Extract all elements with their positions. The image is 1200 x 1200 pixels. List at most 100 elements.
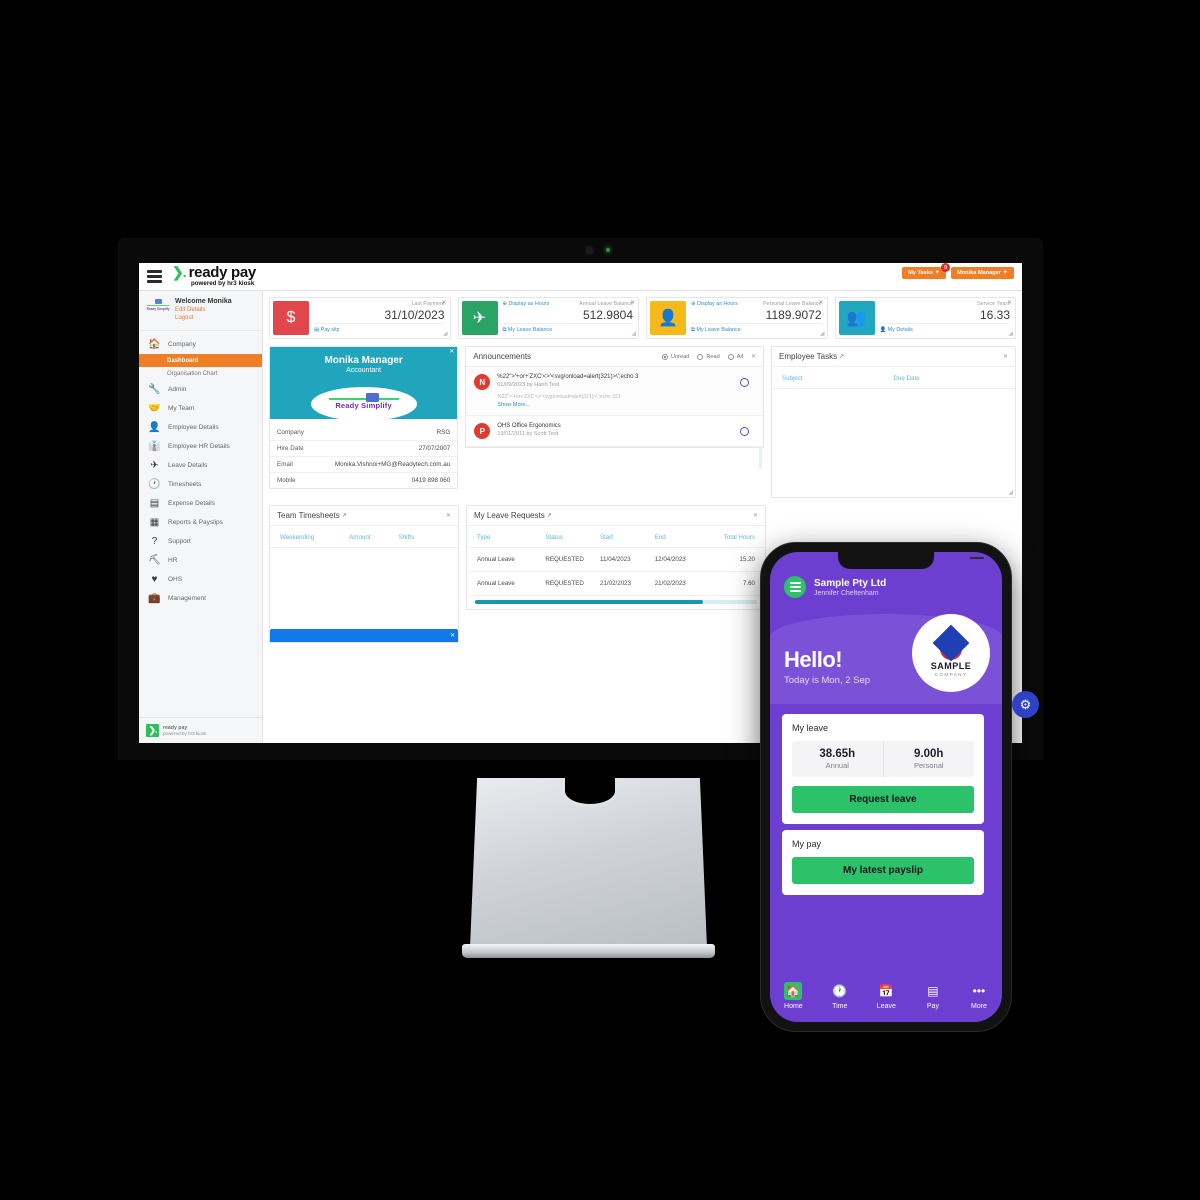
stat-card-personal-leave: 👤 ⊕ Display as Hours Personal Leave Bala… [646,297,828,339]
sidebar-item-timesheets[interactable]: 🕐 Timesheets [139,475,262,494]
column-header[interactable]: Start [600,534,655,541]
nav-item-pay[interactable]: ▤ Pay [924,982,942,1010]
display-hours-label: Display as Hours [508,301,550,307]
column-header[interactable]: Weekending [280,534,349,541]
close-icon[interactable]: ✕ [450,632,455,639]
resize-grip-icon[interactable]: ◢ [443,330,448,337]
sidebar-item-company[interactable]: 🏠 Company [139,335,262,354]
phone-menu-icon[interactable] [784,576,806,598]
resize-grip-icon[interactable]: ◢ [820,330,825,337]
phone-company-name: Sample Pty Ltd [814,577,887,589]
filter-all[interactable]: All [727,353,743,360]
edit-details-link[interactable]: Edit Details [175,307,232,313]
horizontal-scrollbar[interactable] [475,600,757,604]
table-row[interactable]: Annual Leave REQUESTED 11/04/2023 12/04/… [467,548,765,572]
sidebar-item-ohs[interactable]: ♥ OHS [139,570,262,589]
sidebar-item-label: Expense Details [168,500,215,507]
resize-grip-icon[interactable]: ◢ [1008,330,1013,337]
sidebar-item-organisation-chart[interactable]: Organisation Chart [139,367,262,380]
announcement-title: OHS Office Ergonomics [497,423,561,429]
resize-grip-icon[interactable]: ◢ [631,330,636,337]
announcements-panel: Announcements Unread Read All ✕ N %22">'… [465,346,765,469]
team-timesheets-panel: Team Timesheets ↗ ✕ Weekending Amount Sh… [269,505,459,643]
column-header[interactable]: End [655,534,710,541]
sidebar-item-expense-details[interactable]: ▤ Expense Details [139,494,262,513]
clock-icon: 🕐 [148,478,161,490]
external-link-icon[interactable]: ↗ [342,512,347,519]
brand-subtitle: powered by hr3 kiosk [191,280,255,288]
my-leave-balance-link[interactable]: ⧉ My Leave Balance [691,327,822,334]
gear-icon[interactable]: ⚙ [1012,691,1039,718]
app-header: ❯. ready pay powered by hr3 kiosk My Tas… [139,263,1022,291]
profile-row-value: 27/07/2007 [418,445,451,452]
sidebar-item-management[interactable]: 💼 Management [139,589,262,608]
close-icon[interactable]: ✕ [1007,299,1012,306]
table-row[interactable]: Annual Leave REQUESTED 21/02/2023 21/02/… [467,572,765,596]
sidebar: Ready Simplify Welcome Monika Edit Detai… [139,291,263,743]
sidebar-item-my-team[interactable]: 🤝 My Team [139,399,262,418]
close-icon[interactable]: ✕ [630,299,635,306]
plane-icon: ✈ [461,301,498,335]
nav-item-time[interactable]: 🕐 Time [831,982,849,1010]
sidebar-item-leave-details[interactable]: ✈ Leave Details [139,456,262,475]
company-logo-badge: SAMPLE COMPANY [912,614,990,692]
column-header[interactable]: Total Hours [709,534,755,541]
column-header[interactable]: Type [477,534,545,541]
column-header[interactable]: Subject [782,375,894,382]
display-hours-link[interactable]: ⊕ Display as Hours [691,301,738,307]
middle-panels-row: Monika Manager Accountant ✕ Ready Simpli… [269,346,1017,498]
hamburger-icon[interactable] [147,270,162,283]
announcement-item[interactable]: N %22">'+or+'ZXC'<>'<svg/onload=alert(32… [466,367,764,416]
sidebar-item-reports-payslips[interactable]: ▦ Reports & Payslips [139,513,262,532]
profile-row: Company RSG [270,425,458,441]
close-icon[interactable]: ✕ [446,512,451,519]
scene: ❯. ready pay powered by hr3 kiosk My Tas… [0,0,1200,1200]
external-link-icon[interactable]: ↗ [839,353,844,360]
avatar: P [474,423,491,439]
sidebar-item-dashboard[interactable]: Dashboard [139,354,262,367]
nav-item-leave[interactable]: 📅 Leave [877,982,896,1010]
user-menu-button[interactable]: Monika Manager ▼ [951,267,1014,279]
sidebar-item-label: Employee HR Details [168,443,230,450]
display-hours-link[interactable]: ⊕ Display as Hours [503,301,550,307]
panel-title-text: Team Timesheets [277,511,340,520]
mark-read-icon[interactable] [740,378,750,387]
profile-row-key: Email [277,461,293,468]
sidebar-item-hr[interactable]: ⛏ HR [139,551,262,570]
close-icon[interactable]: ✕ [441,299,446,306]
column-header[interactable]: Due Date [894,375,1006,382]
resize-grip-icon[interactable]: ◢ [1008,489,1013,496]
sidebar-item-employee-hr-details[interactable]: 👔 Employee HR Details [139,437,262,456]
latest-payslip-button[interactable]: My latest payslip [792,857,974,884]
close-icon[interactable]: ✕ [753,512,758,519]
close-icon[interactable]: ✕ [818,299,823,306]
request-leave-button[interactable]: Request leave [792,786,974,813]
close-icon[interactable]: ✕ [1003,353,1008,360]
sidebar-item-admin[interactable]: 🔧 Admin [139,380,262,399]
announcement-item[interactable]: P OHS Office Ergonomics 19/01/2011 by Sc… [466,416,764,447]
show-more-link[interactable]: Show More... [497,402,737,408]
filter-read[interactable]: Read [697,353,720,360]
close-icon[interactable]: ✕ [449,348,454,355]
pay-slip-link[interactable]: ▤ Pay slip [314,327,445,333]
column-header[interactable]: Shifts [399,534,448,541]
ready-pay-mark-icon: ❯. [146,724,159,737]
nav-item-home[interactable]: 🏠 Home [784,981,803,1010]
announcement-title: %22">'+or+'ZXC'<>'<svg/onload=alert(321)… [497,374,639,380]
column-header[interactable]: Amount [349,534,398,541]
my-details-link[interactable]: 👤 My Details [880,327,1011,333]
sidebar-item-support[interactable]: ? Support [139,532,262,551]
phone-user-name: Jennifer Cheltenham [814,589,879,597]
logout-link[interactable]: Logout [175,315,232,321]
filter-unread[interactable]: Unread [662,353,689,360]
my-tasks-button[interactable]: My Tasks ▼ 0 [902,263,951,279]
nav-item-more[interactable]: ••• More [970,982,988,1010]
close-icon[interactable]: ✕ [751,353,756,360]
column-header[interactable]: Status [545,534,600,541]
stat-label: Last Payment [411,301,445,307]
mark-read-icon[interactable] [740,427,750,436]
my-leave-balance-link[interactable]: ⧉ My Leave Balance [503,327,634,334]
badge-name: SAMPLE [930,660,972,671]
external-link-icon[interactable]: ↗ [547,512,552,519]
sidebar-item-employee-details[interactable]: 👤 Employee Details [139,418,262,437]
